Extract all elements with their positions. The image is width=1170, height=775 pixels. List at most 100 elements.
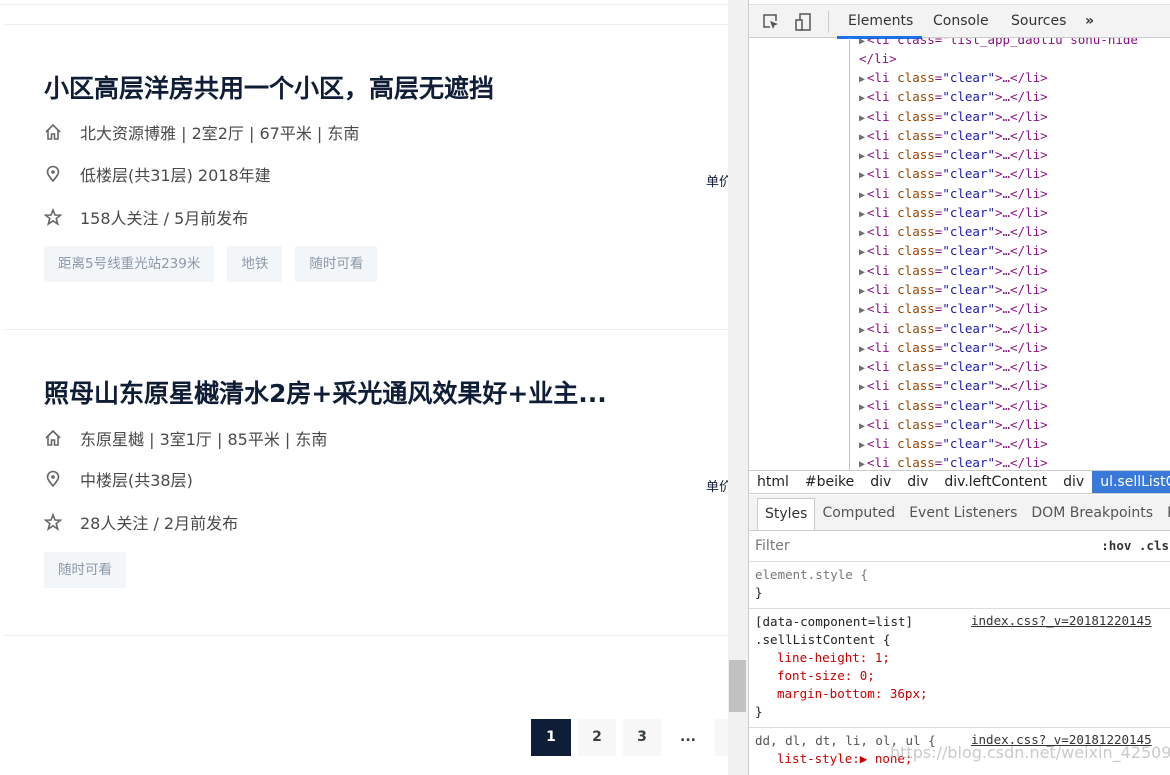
expand-triangle-icon[interactable]: ▶: [859, 286, 865, 297]
tag: 距离5号线重光站239米: [44, 246, 215, 282]
expand-triangle-icon[interactable]: ▶: [859, 170, 865, 181]
tab-computed[interactable]: Computed: [815, 498, 902, 530]
dom-node-li-clear[interactable]: ▶ <li class="clear">…</li>: [859, 126, 1048, 145]
location-pin-icon: [46, 165, 60, 183]
indent-guide: [849, 38, 850, 470]
css-rule: element.style { }: [749, 565, 1170, 609]
dom-node-li-clear[interactable]: ▶ <li class="clear">…</li>: [859, 145, 1048, 164]
dom-node-li-clear[interactable]: ▶ <li class="clear">…</li>: [859, 261, 1048, 280]
expand-triangle-icon[interactable]: ▶: [859, 113, 865, 124]
house-info[interactable]: 北大资源博雅 | 2室2厅 | 67平米 | 东南: [80, 120, 359, 144]
page-2-button[interactable]: 2: [578, 719, 616, 756]
dom-node-li-clear[interactable]: ▶ <li class="clear">…</li>: [859, 87, 1048, 106]
styles-tabs: Styles Computed Event Listeners DOM Brea…: [749, 495, 1170, 531]
dom-node-close: </li>: [859, 51, 897, 66]
tab-elements[interactable]: Elements: [848, 13, 913, 29]
position-info[interactable]: 中楼层(共38层): [80, 467, 193, 491]
dom-node-li-clear[interactable]: ▶ <li class="clear">…</li>: [859, 434, 1048, 453]
tag-list: 距离5号线重光站239米 地铁 随时可看: [44, 246, 378, 282]
devtools-panel: Elements Console Sources » ▶ <li class="l…: [748, 0, 1170, 775]
expand-triangle-icon[interactable]: ▶: [859, 247, 865, 258]
watermark: https://blog.csdn.net/weixin_42509364: [890, 743, 1170, 762]
breadcrumb-item[interactable]: div: [899, 471, 936, 493]
page-1-button[interactable]: 1: [531, 719, 571, 756]
dom-node-li-clear[interactable]: ▶ <li class="clear">…</li>: [859, 338, 1048, 357]
dom-node-li-clear[interactable]: ▶ <li class="clear">…</li>: [859, 280, 1048, 299]
dom-node[interactable]: ▶ <li class="list_app_daoliu sonu-hide: [859, 38, 1138, 49]
breadcrumb-item-selected[interactable]: ul.sellListContent: [1092, 471, 1170, 493]
dom-node-li-clear[interactable]: ▶ <li class="clear">…</li>: [859, 164, 1048, 183]
breadcrumb-item[interactable]: html: [749, 471, 797, 493]
hov-cls-toggles[interactable]: :hov .cls: [1101, 532, 1169, 560]
more-tabs-button[interactable]: »: [1085, 13, 1094, 29]
pagination-ellipsis: ...: [680, 729, 696, 745]
expand-triangle-icon[interactable]: ▶: [859, 305, 865, 316]
breadcrumb-item[interactable]: div: [1055, 471, 1092, 493]
dom-node-li-clear[interactable]: ▶ <li class="clear">…</li>: [859, 299, 1048, 318]
pagination: 1 2 3 ... 1: [531, 719, 728, 756]
expand-triangle-icon[interactable]: ▶: [859, 151, 865, 162]
expand-triangle-icon[interactable]: ▶: [859, 421, 865, 432]
css-property[interactable]: margin-bottom: 36px;: [755, 685, 1170, 703]
dom-node-li-clear[interactable]: ▶ <li class="clear">…</li>: [859, 376, 1048, 395]
dom-node-li-clear[interactable]: ▶ <li class="clear">…</li>: [859, 184, 1048, 203]
expand-triangle-icon[interactable]: ▶: [859, 363, 865, 374]
expand-triangle-icon[interactable]: ▶: [859, 132, 865, 143]
house-icon: [45, 123, 61, 140]
tag: 地铁: [227, 246, 283, 282]
device-toolbar-icon[interactable]: [793, 12, 813, 32]
expand-triangle-icon[interactable]: ▶: [859, 402, 865, 413]
expand-triangle-icon[interactable]: ▶: [859, 440, 865, 451]
expand-triangle-icon[interactable]: ▶: [859, 190, 865, 201]
css-property[interactable]: line-height: 1;: [755, 649, 1170, 667]
expand-triangle-icon[interactable]: ▶: [859, 93, 865, 104]
page-3-button[interactable]: 3: [623, 719, 661, 756]
divider: [828, 11, 829, 33]
tab-properties[interactable]: Properties: [1160, 498, 1170, 530]
last-page-button[interactable]: 1: [715, 719, 728, 756]
expand-triangle-icon[interactable]: ▶: [859, 209, 865, 220]
css-source-link[interactable]: index.css?_v=20181220145: [971, 613, 1152, 628]
expand-triangle-icon[interactable]: ▶: [859, 267, 865, 278]
listing-title[interactable]: 小区高层洋房共用一个小区，高层无遮挡: [44, 69, 494, 105]
tab-styles[interactable]: Styles: [757, 498, 816, 530]
dom-node-li-clear[interactable]: ▶ <li class="clear">…</li>: [859, 107, 1048, 126]
house-info[interactable]: 东原星樾 | 3室1厅 | 85平米 | 东南: [80, 426, 327, 450]
dom-node-li-clear[interactable]: ▶ <li class="clear">…</li>: [859, 222, 1048, 241]
tab-console[interactable]: Console: [933, 13, 989, 29]
listing-item[interactable]: 小区高层洋房共用一个小区，高层无遮挡 北大资源博雅 | 2室2厅 | 67平米 …: [4, 24, 728, 330]
inspect-element-icon[interactable]: [761, 12, 781, 32]
styles-filter-input[interactable]: Filter:hov .cls: [749, 532, 1170, 562]
dom-node-li-clear[interactable]: ▶ <li class="clear">…</li>: [859, 357, 1048, 376]
expand-triangle-icon[interactable]: ▶: [859, 459, 865, 470]
tab-sources[interactable]: Sources: [1011, 13, 1066, 29]
scrollbar-thumb[interactable]: [729, 660, 746, 712]
page-scrollbar[interactable]: [728, 0, 748, 775]
dom-node-li-clear[interactable]: ▶ <li class="clear">…</li>: [859, 319, 1048, 338]
dom-node-li-clear[interactable]: ▶ <li class="clear">…</li>: [859, 415, 1048, 434]
expand-triangle-icon[interactable]: ▶: [859, 382, 865, 393]
expand-triangle-icon[interactable]: ▶: [859, 325, 865, 336]
breadcrumb-item[interactable]: div: [862, 471, 899, 493]
expand-triangle-icon[interactable]: ▶: [859, 228, 865, 239]
dom-node-li-clear[interactable]: ▶ <li class="clear">…</li>: [859, 68, 1048, 87]
position-info[interactable]: 低楼层(共31层) 2018年建: [80, 162, 271, 186]
dom-node-li-clear[interactable]: ▶ <li class="clear">…</li>: [859, 453, 1048, 470]
breadcrumb-item[interactable]: #beike: [797, 471, 862, 493]
dom-tree: ▶ <li class="list_app_daoliu sonu-hide </…: [749, 38, 1170, 470]
breadcrumb: html #beike div div div.leftContent div …: [749, 470, 1170, 494]
css-property[interactable]: font-size: 0;: [755, 667, 1170, 685]
breadcrumb-item[interactable]: div.leftContent: [936, 471, 1055, 493]
dom-node-li-clear[interactable]: ▶ <li class="clear">…</li>: [859, 396, 1048, 415]
tab-dom-breakpoints[interactable]: DOM Breakpoints: [1024, 498, 1160, 530]
tag: 随时可看: [44, 552, 126, 588]
expand-triangle-icon[interactable]: ▶: [859, 344, 865, 355]
star-icon: [44, 208, 62, 226]
listing-item[interactable]: 照母山东原星樾清水2房+采光通风效果好+业主... 东原星樾 | 3室1厅 | …: [4, 330, 728, 636]
house-icon: [45, 429, 61, 446]
listing-title[interactable]: 照母山东原星樾清水2房+采光通风效果好+业主...: [44, 374, 607, 410]
tab-event-listeners[interactable]: Event Listeners: [902, 498, 1024, 530]
dom-node-li-clear[interactable]: ▶ <li class="clear">…</li>: [859, 241, 1048, 260]
dom-node-li-clear[interactable]: ▶ <li class="clear">…</li>: [859, 203, 1048, 222]
expand-triangle-icon[interactable]: ▶: [859, 74, 865, 85]
